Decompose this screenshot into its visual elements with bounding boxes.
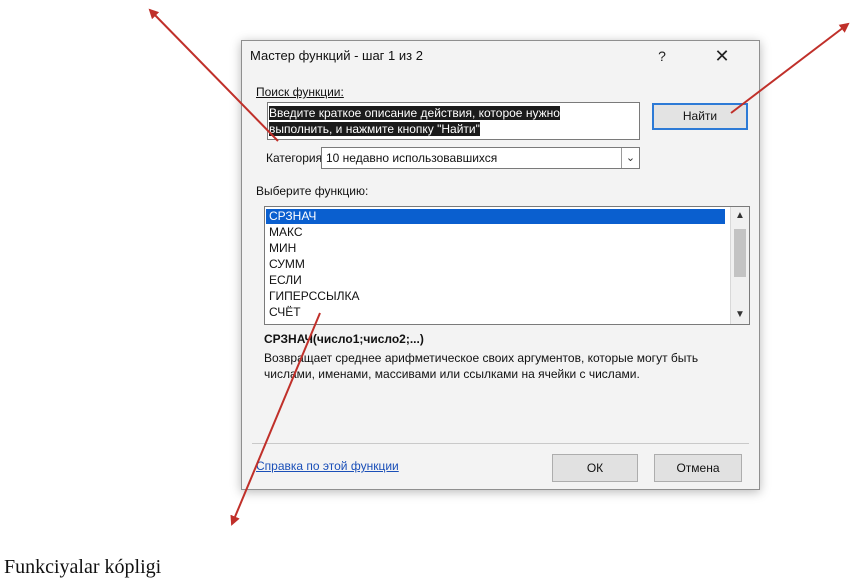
arrow-to-find-button: [730, 22, 850, 114]
arrow-to-search-input: [148, 8, 279, 142]
arrow-to-function-list: [230, 312, 321, 526]
caption-text: Funkciyalar kópligi: [4, 556, 162, 578]
annotation-arrows: [148, 8, 850, 526]
